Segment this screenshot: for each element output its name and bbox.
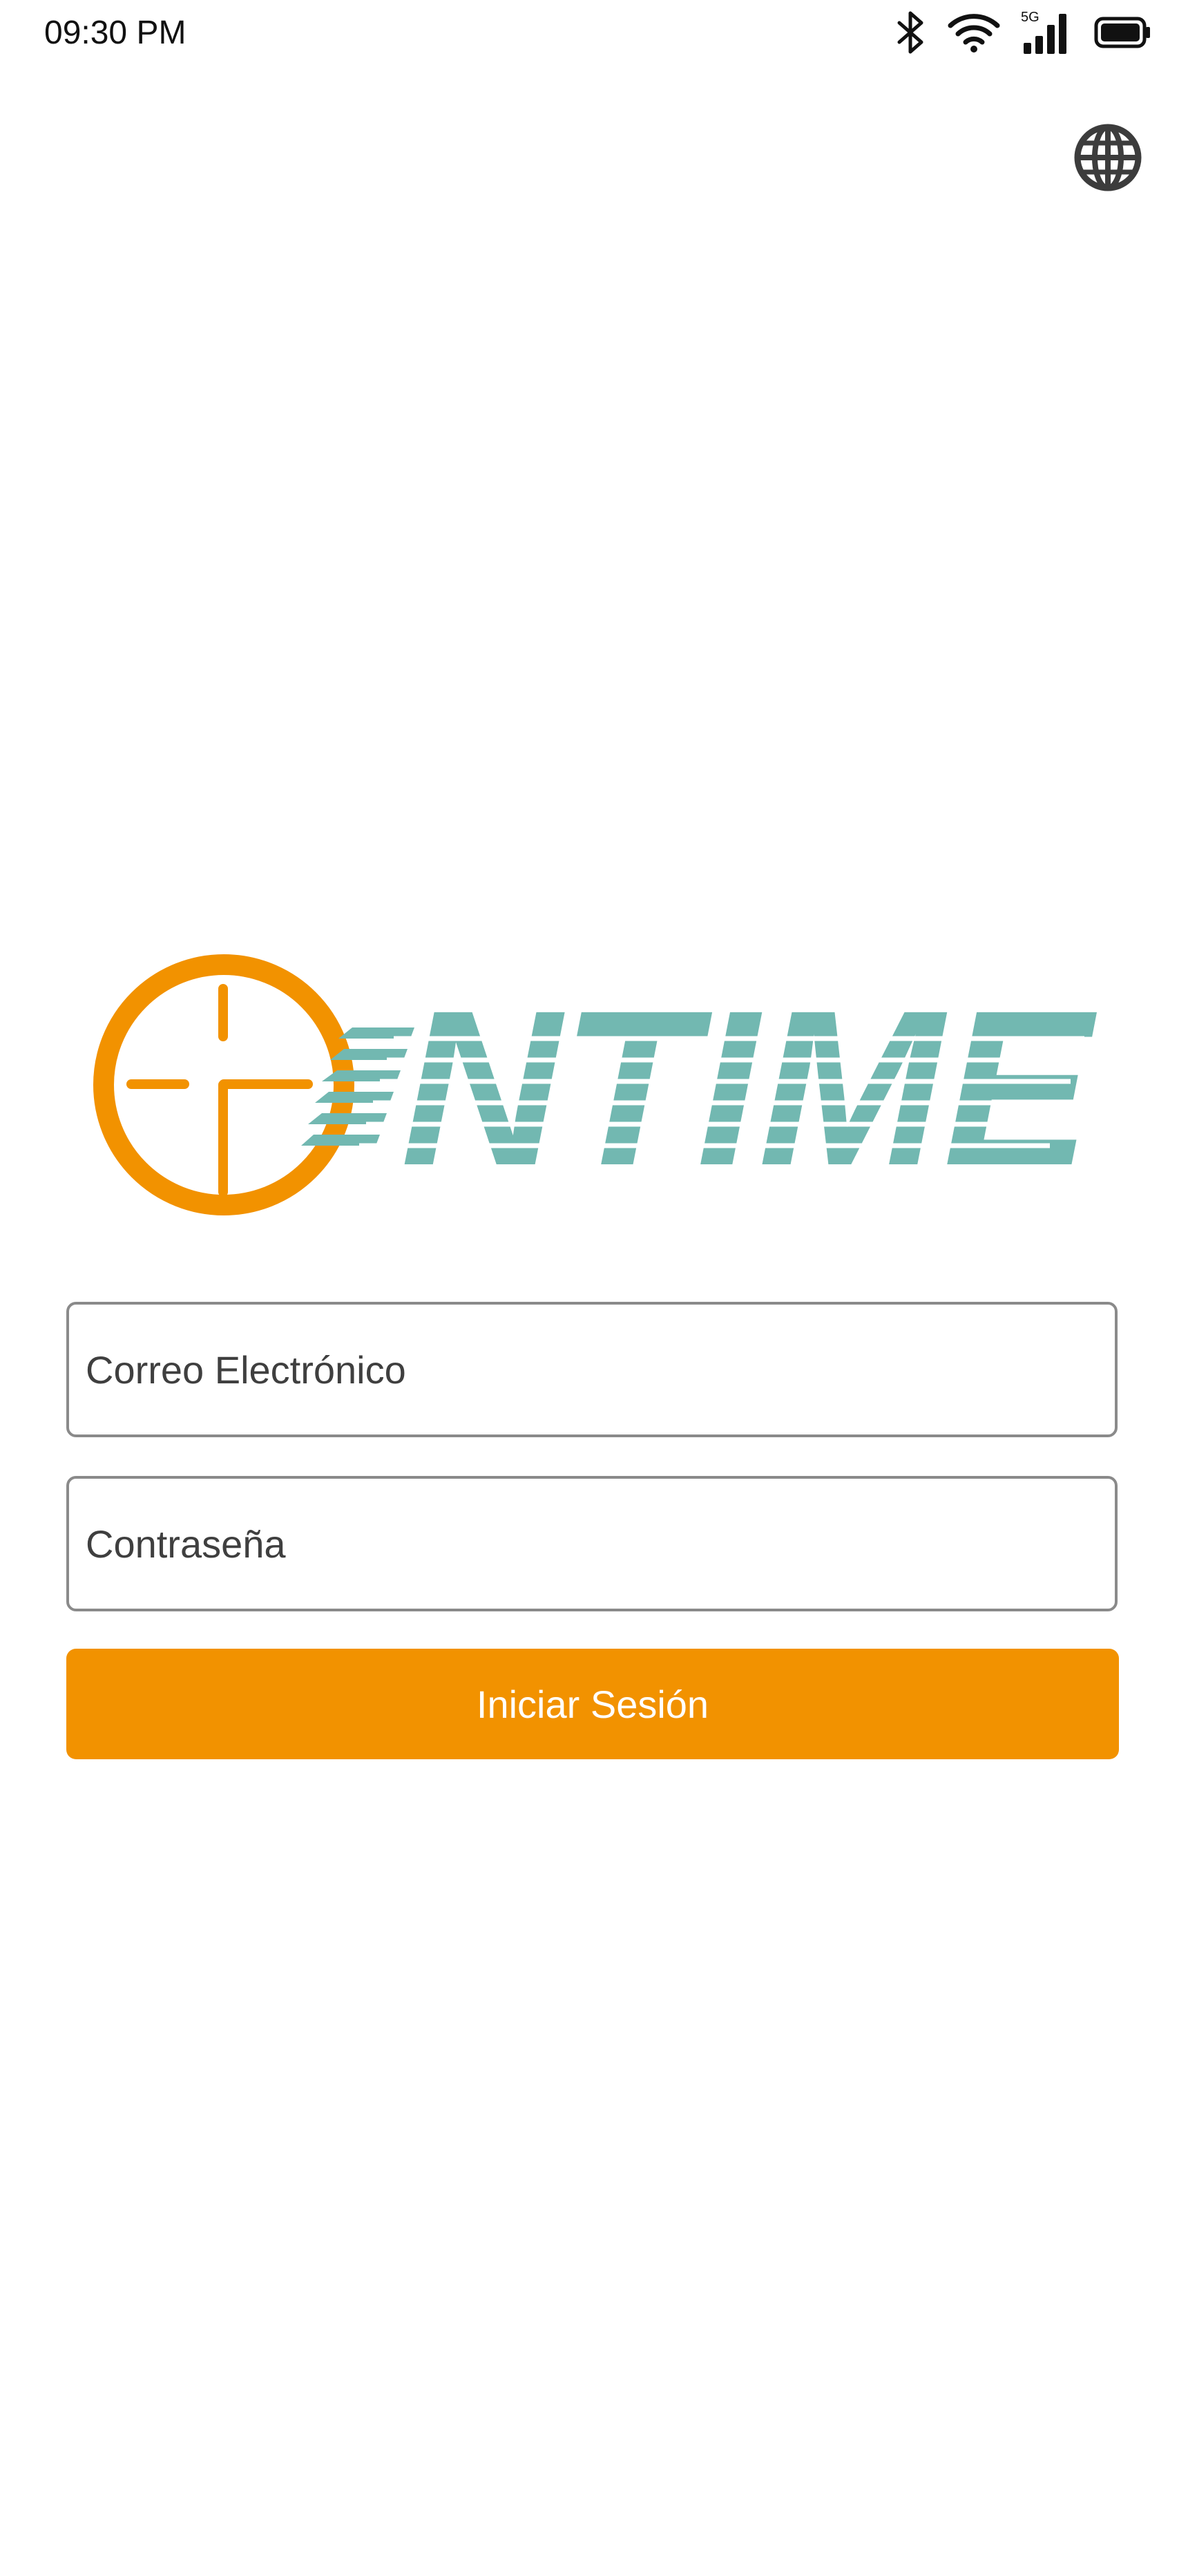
password-input[interactable] bbox=[69, 1479, 1115, 1609]
status-icons: 5G bbox=[897, 8, 1152, 57]
battery-icon bbox=[1094, 17, 1152, 48]
ontime-logo: NTIME bbox=[90, 950, 1100, 1227]
wifi-icon bbox=[948, 12, 1000, 53]
bluetooth-icon bbox=[897, 10, 927, 55]
login-button[interactable]: Iniciar Sesión bbox=[66, 1649, 1119, 1759]
status-bar: 09:30 PM 5G bbox=[0, 0, 1188, 69]
status-time: 09:30 PM bbox=[44, 15, 186, 51]
svg-text:NTIME: NTIME bbox=[401, 964, 1098, 1211]
globe-icon bbox=[1074, 124, 1142, 191]
email-input[interactable] bbox=[69, 1305, 1115, 1434]
password-field[interactable] bbox=[66, 1476, 1118, 1611]
cellular-signal-icon: 5G bbox=[1021, 10, 1073, 55]
language-button[interactable] bbox=[1072, 122, 1144, 193]
email-field[interactable] bbox=[66, 1302, 1118, 1437]
